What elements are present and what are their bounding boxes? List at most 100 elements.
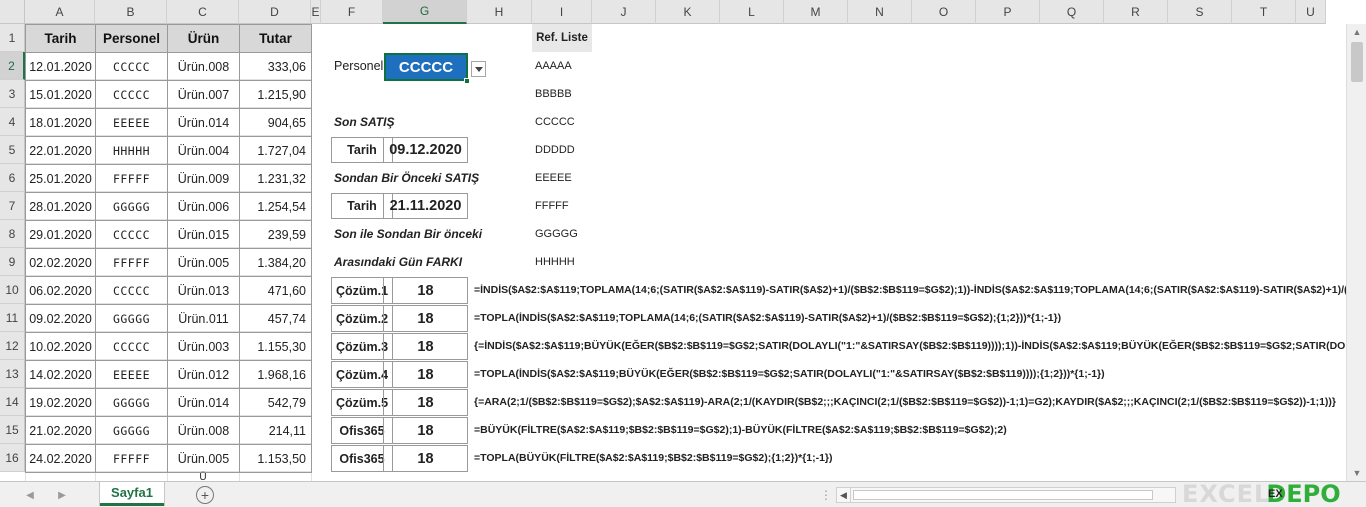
ref-liste-item[interactable]: EEEEE <box>530 164 572 192</box>
table-cell-partial[interactable]: Ü <box>167 472 239 481</box>
column-header-e[interactable]: E <box>311 0 321 24</box>
table-cell[interactable]: 239,59 <box>239 220 312 249</box>
table-cell[interactable]: 09.02.2020 <box>25 304 96 333</box>
table-cell[interactable]: 1.153,50 <box>239 444 312 473</box>
table-cell[interactable]: 542,79 <box>239 388 312 417</box>
column-header-a[interactable]: A <box>25 0 95 24</box>
column-header-c[interactable]: C <box>167 0 239 24</box>
table-cell[interactable]: Ürün.008 <box>167 52 240 81</box>
table-cell[interactable]: Ürün.011 <box>167 304 240 333</box>
table-cell[interactable]: EEEEE <box>95 360 168 389</box>
table-cell[interactable]: 24.02.2020 <box>25 444 96 473</box>
row-header-8[interactable]: 8 <box>0 220 25 248</box>
table-cell[interactable]: 1.968,16 <box>239 360 312 389</box>
table-cell[interactable]: GGGGG <box>95 388 168 417</box>
solution-value[interactable]: 18 <box>383 305 468 332</box>
column-header-g[interactable]: G <box>383 0 467 24</box>
tab-split-handle-icon[interactable]: ⋮ <box>820 488 832 502</box>
table-cell[interactable]: 22.01.2020 <box>25 136 96 165</box>
table-cell[interactable]: 06.02.2020 <box>25 276 96 305</box>
table-cell[interactable]: FFFFF <box>95 248 168 277</box>
sheet-tab-sayfa1[interactable]: Sayfa1 <box>100 482 164 506</box>
column-header-h[interactable]: H <box>467 0 532 24</box>
table-cell[interactable]: CCCCC <box>95 276 168 305</box>
column-header-f[interactable]: F <box>321 0 383 24</box>
ref-liste-item[interactable]: HHHHH <box>530 248 575 276</box>
table-cell[interactable]: FFFFF <box>95 444 168 473</box>
column-header-d[interactable]: D <box>239 0 311 24</box>
add-sheet-icon[interactable]: + <box>196 486 214 504</box>
table-cell[interactable]: 1.254,54 <box>239 192 312 221</box>
table-cell[interactable]: 21.02.2020 <box>25 416 96 445</box>
column-header-r[interactable]: R <box>1104 0 1168 24</box>
table-cell[interactable]: 1.727,04 <box>239 136 312 165</box>
ref-liste-item[interactable]: DDDDD <box>530 136 575 164</box>
table-cell[interactable]: 29.01.2020 <box>25 220 96 249</box>
solution-value[interactable]: 18 <box>383 417 468 444</box>
row-header-14[interactable]: 14 <box>0 388 25 416</box>
table-cell[interactable]: Ürün.006 <box>167 192 240 221</box>
table-cell[interactable]: Ürün.005 <box>167 444 240 473</box>
scroll-up-arrow-icon[interactable]: ▲ <box>1347 24 1366 40</box>
row-header-1[interactable]: 1 <box>0 24 25 52</box>
solution-value[interactable]: 18 <box>383 389 468 416</box>
ref-liste-item[interactable]: GGGGG <box>530 220 578 248</box>
table-cell[interactable]: Ürün.003 <box>167 332 240 361</box>
table-cell[interactable]: Ürün.014 <box>167 388 240 417</box>
table-cell[interactable]: 02.02.2020 <box>25 248 96 277</box>
ref-liste-item[interactable]: CCCCC <box>530 108 575 136</box>
vertical-scrollbar[interactable]: ▲ ▼ <box>1346 24 1366 481</box>
table-cell[interactable]: Ürün.004 <box>167 136 240 165</box>
scroll-left-arrow-icon[interactable]: ◀ <box>837 488 851 502</box>
table-cell[interactable]: CCCCC <box>95 332 168 361</box>
table-cell[interactable]: EEEEE <box>95 108 168 137</box>
sheet-nav-left-icon[interactable]: ◀ <box>22 487 38 503</box>
table-cell[interactable]: GGGGG <box>95 304 168 333</box>
row-header-12[interactable]: 12 <box>0 332 25 360</box>
fill-handle[interactable] <box>464 78 470 84</box>
sheet-nav-right-icon[interactable]: ▶ <box>54 487 70 503</box>
table-cell[interactable]: 457,74 <box>239 304 312 333</box>
column-header-b[interactable]: B <box>95 0 167 24</box>
row-header-6[interactable]: 6 <box>0 164 25 192</box>
column-header-p[interactable]: P <box>976 0 1040 24</box>
table-cell[interactable]: 10.02.2020 <box>25 332 96 361</box>
solution-value[interactable]: 18 <box>383 333 468 360</box>
row-header-7[interactable]: 7 <box>0 192 25 220</box>
table-cell[interactable]: 333,06 <box>239 52 312 81</box>
table-cell[interactable]: 1.215,90 <box>239 80 312 109</box>
solution-value[interactable]: 18 <box>383 361 468 388</box>
table-cell[interactable]: 214,11 <box>239 416 312 445</box>
table-cell[interactable]: 904,65 <box>239 108 312 137</box>
table-cell[interactable]: 1.155,30 <box>239 332 312 361</box>
table-cell[interactable]: Ürün.014 <box>167 108 240 137</box>
table-cell[interactable]: FFFFF <box>95 164 168 193</box>
column-header-j[interactable]: J <box>592 0 656 24</box>
row-header-9[interactable]: 9 <box>0 248 25 276</box>
table-cell[interactable]: 19.02.2020 <box>25 388 96 417</box>
table-cell[interactable]: 12.01.2020 <box>25 52 96 81</box>
column-header-o[interactable]: O <box>912 0 976 24</box>
table-cell[interactable]: 18.01.2020 <box>25 108 96 137</box>
table-cell[interactable]: Ürün.008 <box>167 416 240 445</box>
table-cell[interactable]: CCCCC <box>95 52 168 81</box>
column-header-q[interactable]: Q <box>1040 0 1104 24</box>
row-header-15[interactable]: 15 <box>0 416 25 444</box>
table-cell[interactable]: Ürün.012 <box>167 360 240 389</box>
personel-dropdown[interactable]: CCCCC <box>384 53 468 81</box>
table-cell[interactable]: Ürün.005 <box>167 248 240 277</box>
ref-liste-item[interactable]: AAAAA <box>530 52 572 80</box>
table-cell[interactable]: CCCCC <box>95 220 168 249</box>
ref-liste-item[interactable]: BBBBB <box>530 80 572 108</box>
table-cell[interactable]: Ürün.009 <box>167 164 240 193</box>
row-header-11[interactable]: 11 <box>0 304 25 332</box>
column-header-n[interactable]: N <box>848 0 912 24</box>
column-header-m[interactable]: M <box>784 0 848 24</box>
table-cell[interactable]: 28.01.2020 <box>25 192 96 221</box>
table-cell[interactable]: CCCCC <box>95 80 168 109</box>
onceki-satis-date[interactable]: 21.11.2020 <box>383 193 468 219</box>
table-cell[interactable]: GGGGG <box>95 192 168 221</box>
ref-liste-item[interactable]: FFFFF <box>530 192 569 220</box>
table-cell[interactable]: Ürün.015 <box>167 220 240 249</box>
row-header-3[interactable]: 3 <box>0 80 25 108</box>
